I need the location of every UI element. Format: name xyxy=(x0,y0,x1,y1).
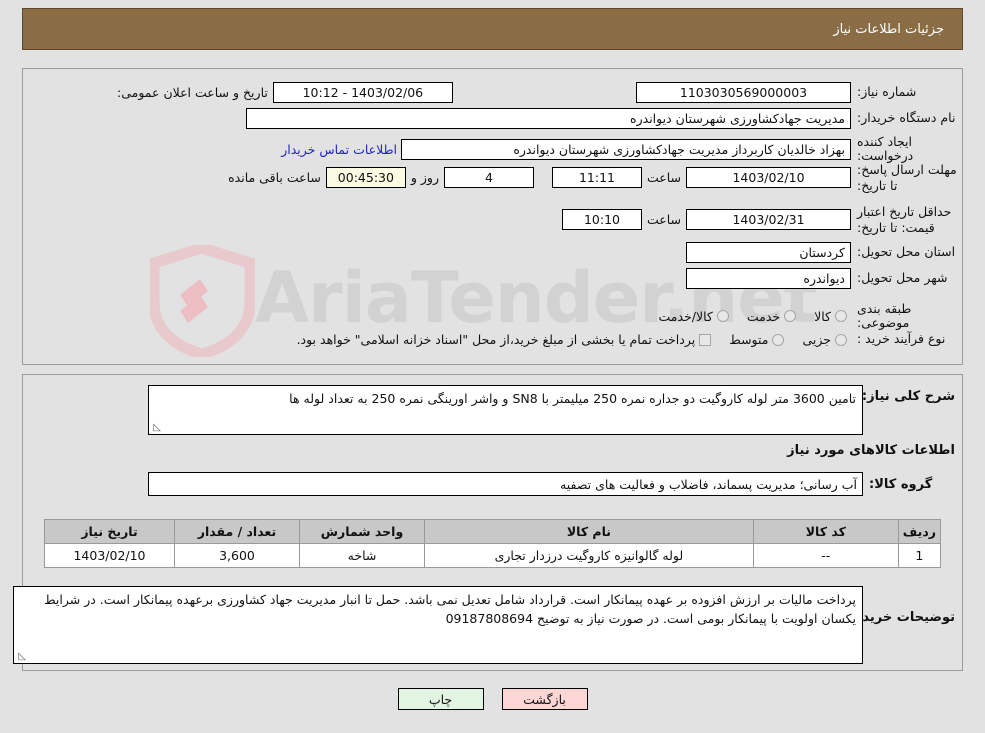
radio-icon[interactable] xyxy=(835,333,847,346)
print-button[interactable]: چاپ xyxy=(397,688,484,710)
th-name: نام کالا xyxy=(424,519,754,544)
city-value[interactable]: دیواندره xyxy=(686,268,851,289)
row-buyer-notes: توضیحات خریدار: پرداخت مالیات بر ارزش اف… xyxy=(13,586,955,664)
days-remaining-value[interactable]: 4 xyxy=(443,167,534,189)
countdown-timer: 00:45:30 xyxy=(325,167,406,189)
price-validity-time-value[interactable]: 10:10 xyxy=(561,209,642,231)
buyer-org-label: نام دستگاه خریدار: xyxy=(857,110,956,126)
remaining-suffix-label: ساعت باقی مانده xyxy=(228,170,321,186)
category-option-label: کالا/خدمت xyxy=(658,308,713,324)
goods-section-heading: اطلاعات کالاهای مورد نیاز xyxy=(787,443,955,458)
cell-quantity: 3,600 xyxy=(174,543,300,568)
resize-grip-icon[interactable]: ◺ xyxy=(16,652,26,662)
city-label: شهر محل تحویل: xyxy=(857,270,948,286)
creator-label: ایجاد کننده درخواست: xyxy=(857,134,914,164)
row-deadline: مهلت ارسال پاسخ: تا تاریخ: 1403/02/10 سا… xyxy=(223,162,963,193)
process-option-label: جزیی xyxy=(802,332,831,347)
goods-table-wrap: ردیف کد کالا نام کالا واحد شمارش تعداد /… xyxy=(44,519,942,568)
resize-grip-icon[interactable]: ◺ xyxy=(151,423,161,433)
buyer-notes-label: توضیحات خریدار: xyxy=(845,610,955,625)
public-announce-value[interactable]: 1403/02/06 - 10:12 xyxy=(272,82,453,103)
buyer-contact-link[interactable]: اطلاعات تماس خریدار xyxy=(277,142,401,157)
description-value: تامین 3600 متر لوله کاروگیت دو جداره نمر… xyxy=(289,391,856,406)
treasury-note-label: پرداخت تمام یا بخشی از مبلغ خرید،از محل … xyxy=(296,332,696,347)
deadline-time-value[interactable]: 11:11 xyxy=(551,167,642,189)
process-option-jozei[interactable]: جزیی xyxy=(802,332,851,347)
deadline-hour-label: ساعت xyxy=(646,170,681,186)
row-process-type: نوع فرآیند خرید : جزیی متوسط پرداخت تمام… xyxy=(283,331,963,347)
row-province: استان محل تحویل: کردستان xyxy=(686,242,963,263)
radio-icon[interactable] xyxy=(784,310,797,323)
row-need-number: شماره نیاز: 1103030569000003 xyxy=(636,82,963,103)
price-validity-hour-label: ساعت xyxy=(646,212,681,228)
category-option-kala-khedmat[interactable]: کالا/خدمت xyxy=(658,309,732,324)
table-row[interactable]: 1 -- لوله گالوانیزه کاروگیت درزدار تجاری… xyxy=(44,543,942,568)
cell-unit: شاخه xyxy=(299,543,425,568)
process-option-label: متوسط xyxy=(729,332,769,347)
public-announce-label: تاریخ و ساعت اعلان عمومی: xyxy=(117,85,268,100)
th-code: کد کالا xyxy=(752,519,899,544)
radio-icon[interactable] xyxy=(835,310,847,323)
cell-name: لوله گالوانیزه کاروگیت درزدار تجاری xyxy=(424,543,754,568)
buyer-notes-textarea[interactable]: پرداخت مالیات بر ارزش افزوده بر عهده پیم… xyxy=(13,586,863,664)
creator-value[interactable]: بهزاد خالدیان کاربرداز مدیریت جهادکشاورز… xyxy=(401,138,851,160)
days-word-label: روز و xyxy=(410,170,439,186)
row-price-validity: حداقل تاریخ اعتبار قیمت: تا تاریخ: 1403/… xyxy=(561,204,963,235)
th-radif: ردیف xyxy=(897,519,942,544)
th-quantity: تعداد / مقدار xyxy=(174,519,300,544)
goods-table: ردیف کد کالا نام کالا واحد شمارش تعداد /… xyxy=(44,519,942,568)
footer-actions: بازگشت چاپ xyxy=(0,688,985,710)
radio-icon[interactable] xyxy=(772,333,785,346)
price-validity-label: حداقل تاریخ اعتبار قیمت: تا تاریخ: xyxy=(857,204,952,235)
category-option-label: کالا xyxy=(814,308,831,324)
province-label: استان محل تحویل: xyxy=(857,244,956,260)
need-number-label: شماره نیاز: xyxy=(857,84,917,100)
radio-icon[interactable] xyxy=(716,310,729,323)
deadline-label: مهلت ارسال پاسخ: تا تاریخ: xyxy=(857,162,957,193)
row-public-announce: 1403/02/06 - 10:12 تاریخ و ساعت اعلان عم… xyxy=(112,82,453,103)
buyer-notes-value: پرداخت مالیات بر ارزش افزوده بر عهده پیم… xyxy=(44,592,856,626)
goods-group-label: گروه کالا: xyxy=(869,476,933,492)
row-buyer-org: نام دستگاه خریدار: مدیریت جهادکشاورزی شه… xyxy=(246,108,963,129)
category-radio-group: کالا خدمت کالا/خدمت xyxy=(644,309,851,324)
category-option-khedmat[interactable]: خدمت xyxy=(747,309,800,324)
process-radio-group: جزیی متوسط پرداخت تمام یا بخشی از مبلغ خ… xyxy=(283,332,851,347)
buyer-org-value[interactable]: مدیریت جهادکشاورزی شهرستان دیواندره xyxy=(246,108,851,129)
price-validity-date-value[interactable]: 1403/02/31 xyxy=(686,209,851,231)
goods-group-value[interactable]: آب رسانی؛ مدیریت پسماند، فاضلاب و فعالیت… xyxy=(148,472,863,496)
description-label: شرح کلی نیاز: xyxy=(861,389,955,404)
table-header-row: ردیف کد کالا نام کالا واحد شمارش تعداد /… xyxy=(44,519,942,544)
province-value[interactable]: کردستان xyxy=(686,242,851,263)
back-button[interactable]: بازگشت xyxy=(501,688,588,710)
cell-need-date: 1403/02/10 xyxy=(44,543,175,568)
process-option-motavaset[interactable]: متوسط xyxy=(729,332,788,347)
row-description: شرح کلی نیاز: تامین 3600 متر لوله کاروگی… xyxy=(148,385,955,435)
deadline-date-value[interactable]: 1403/02/10 xyxy=(686,167,851,189)
checkbox-icon[interactable] xyxy=(699,333,712,346)
process-label: نوع فرآیند خرید : xyxy=(857,331,946,347)
row-city: شهر محل تحویل: دیواندره xyxy=(686,268,963,289)
cell-code: -- xyxy=(752,543,899,568)
th-need-date: تاریخ نیاز xyxy=(44,519,175,544)
row-creator: ایجاد کننده درخواست: بهزاد خالدیان کاربر… xyxy=(277,134,963,164)
th-unit: واحد شمارش xyxy=(299,519,425,544)
page-root: AriaTender.net جزئیات اطلاعات نیاز 1403/… xyxy=(0,0,985,733)
category-option-label: خدمت xyxy=(746,308,781,324)
need-number-value[interactable]: 1103030569000003 xyxy=(636,82,851,103)
row-goods-group: گروه کالا: آب رسانی؛ مدیریت پسماند، فاضل… xyxy=(148,472,955,496)
category-option-kala[interactable]: کالا xyxy=(814,309,851,324)
treasury-checkbox-item[interactable]: پرداخت تمام یا بخشی از مبلغ خرید،از محل … xyxy=(297,332,716,347)
row-category: طبقه بندی موضوعی: کالا خدمت کالا/خدمت xyxy=(644,301,963,331)
description-textarea[interactable]: تامین 3600 متر لوله کاروگیت دو جداره نمر… xyxy=(148,385,863,435)
page-header: جزئیات اطلاعات نیاز xyxy=(22,8,963,50)
page-title: جزئیات اطلاعات نیاز xyxy=(833,21,944,37)
cell-radif: 1 xyxy=(897,543,942,568)
category-label: طبقه بندی موضوعی: xyxy=(857,301,912,331)
